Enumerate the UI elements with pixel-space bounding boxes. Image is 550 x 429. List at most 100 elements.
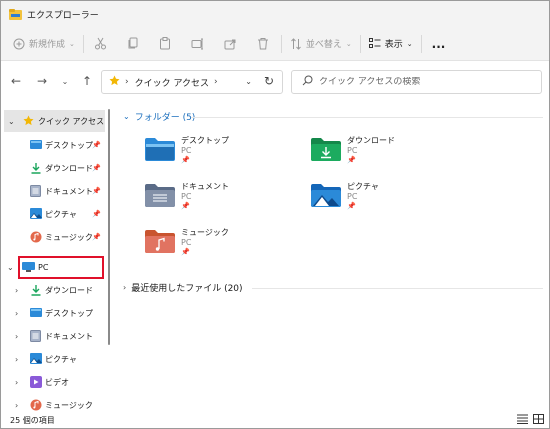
toolbar-divider	[359, 34, 361, 53]
chevron-down-icon: ⌄	[406, 39, 413, 48]
chevron-right-icon[interactable]: ›	[15, 355, 18, 364]
sort-button[interactable]: 並べ替え ⌄	[290, 32, 352, 56]
more-options-button[interactable]: ...	[432, 32, 446, 56]
chevron-right-icon[interactable]: ›	[15, 401, 18, 410]
sidebar-item-label: ミュージック	[45, 400, 93, 410]
details-view-button[interactable]	[517, 414, 528, 427]
folder-downloads[interactable]: ダウンロード PC 📌	[311, 135, 471, 177]
search-icon	[302, 75, 313, 89]
address-history-dropdown[interactable]: ⌄	[245, 77, 252, 86]
recent-locations-button[interactable]: ⌄	[55, 71, 75, 91]
sidebar-item-label: デスクトップ	[45, 140, 93, 150]
arrow-left-icon: ←	[10, 74, 22, 88]
chevron-down-icon[interactable]: ⌄	[8, 117, 15, 126]
download-icon	[30, 162, 42, 174]
sidebar-item-quick-access[interactable]: ⌄ クイック アクセス	[4, 110, 105, 132]
document-icon	[30, 330, 42, 342]
sidebar-item-pc-music[interactable]: › ミュージック	[1, 394, 113, 411]
pin-icon: 📌	[347, 156, 356, 164]
back-button[interactable]: ←	[6, 71, 26, 91]
large-icons-view-button[interactable]	[533, 414, 544, 427]
address-bar[interactable]: › クイック アクセス › ⌄ ↻	[101, 70, 283, 94]
sidebar-item-downloads[interactable]: ダウンロード 📌	[1, 157, 113, 179]
folder-name: ドキュメント	[181, 182, 229, 191]
trash-icon	[257, 37, 269, 50]
sidebar-item-label: ミュージック	[45, 232, 93, 242]
paste-button[interactable]	[159, 32, 171, 56]
toolbar-divider	[280, 34, 282, 53]
folder-documents[interactable]: ドキュメント PC 📌	[145, 181, 305, 223]
sidebar-scrollbar[interactable]	[108, 109, 110, 345]
folders-group-header[interactable]: ⌄ フォルダー (5)	[123, 110, 195, 123]
share-icon	[224, 38, 237, 50]
pin-icon: 📌	[92, 164, 101, 172]
sidebar-item-pc-documents[interactable]: › ドキュメント	[1, 325, 113, 347]
desktop-icon	[30, 139, 42, 151]
delete-button[interactable]	[257, 32, 269, 56]
refresh-icon[interactable]: ↻	[264, 74, 274, 88]
star-icon	[23, 115, 35, 127]
sidebar-item-pc-downloads[interactable]: › ダウンロード	[1, 279, 113, 301]
chevron-right-icon[interactable]: ›	[15, 286, 18, 295]
sidebar-item-label: ピクチャ	[45, 354, 77, 364]
file-explorer-app-icon	[9, 8, 22, 20]
rename-button[interactable]	[191, 32, 204, 56]
chevron-down-icon: ⌄	[123, 112, 130, 121]
folder-location: PC	[347, 146, 358, 155]
breadcrumb-quick-access[interactable]: クイック アクセス	[135, 76, 209, 89]
sidebar-item-documents[interactable]: ドキュメント 📌	[1, 180, 113, 202]
folder-music[interactable]: ミュージック PC 📌	[145, 227, 305, 269]
new-button[interactable]: 新規作成 ⌄	[13, 32, 75, 56]
forward-button[interactable]: →	[32, 71, 52, 91]
clipboard-icon	[159, 37, 171, 50]
sidebar-item-label: ドキュメント	[45, 186, 93, 196]
chevron-down-icon[interactable]: ⌄	[7, 263, 14, 272]
sidebar-item-pc-pictures[interactable]: › ピクチャ	[1, 348, 113, 370]
share-button[interactable]	[224, 32, 237, 56]
sidebar-item-music[interactable]: ミュージック 📌	[1, 226, 113, 248]
chevron-right-icon[interactable]: ›	[15, 378, 18, 387]
plus-circle-icon	[13, 38, 25, 50]
sidebar-item-label: ダウンロード	[45, 285, 93, 295]
music-icon	[30, 231, 42, 243]
folder-pictures[interactable]: ピクチャ PC 📌	[311, 181, 471, 223]
desktop-folder-icon	[145, 137, 175, 161]
folder-location: PC	[181, 238, 192, 247]
title-bar: エクスプローラー	[1, 1, 549, 27]
sidebar-item-label: ビデオ	[45, 377, 69, 387]
up-button[interactable]: ↑	[77, 71, 97, 91]
status-bar: 25 個の項目	[1, 411, 549, 428]
view-button[interactable]: 表示 ⌄	[368, 32, 413, 56]
chevron-down-icon: ⌄	[69, 39, 75, 48]
chevron-right-icon[interactable]: ›	[15, 332, 18, 341]
group-divider	[252, 288, 543, 289]
cut-button[interactable]	[94, 32, 107, 56]
sidebar-item-pc-desktop[interactable]: › デスクトップ	[1, 302, 113, 324]
sort-button-label: 並べ替え	[305, 40, 342, 50]
pin-icon: 📌	[92, 187, 101, 195]
item-count: 25 個の項目	[10, 415, 55, 425]
sidebar-item-pictures[interactable]: ピクチャ 📌	[1, 203, 113, 225]
pin-icon: 📌	[92, 210, 101, 218]
recent-files-group-header[interactable]: › 最近使用したファイル (20)	[123, 281, 243, 294]
picture-icon	[30, 208, 42, 220]
pc-highlight-box	[18, 256, 104, 279]
folder-name: ピクチャ	[347, 182, 379, 191]
file-list-pane: ⌄ フォルダー (5) デスクトップ PC 📌 ダウンロード PC 📌 ドキュメ…	[118, 101, 549, 411]
folder-desktop[interactable]: デスクトップ PC 📌	[145, 135, 305, 177]
music-icon	[30, 399, 42, 411]
chevron-right-icon[interactable]: ›	[15, 309, 18, 318]
rename-icon	[191, 38, 204, 50]
search-box[interactable]	[291, 70, 542, 94]
pin-icon: 📌	[181, 202, 190, 210]
sidebar-item-label: ダウンロード	[45, 163, 93, 173]
copy-button[interactable]	[127, 32, 139, 56]
sidebar-item-label: クイック アクセス	[38, 116, 105, 126]
pictures-folder-icon	[311, 183, 341, 207]
toolbar-divider	[420, 34, 422, 53]
pin-icon: 📌	[347, 202, 356, 210]
group-divider	[191, 117, 543, 118]
sidebar-item-pc-videos[interactable]: › ビデオ	[1, 371, 113, 393]
search-input[interactable]	[319, 77, 529, 87]
sidebar-item-desktop[interactable]: デスクトップ 📌	[1, 134, 113, 156]
